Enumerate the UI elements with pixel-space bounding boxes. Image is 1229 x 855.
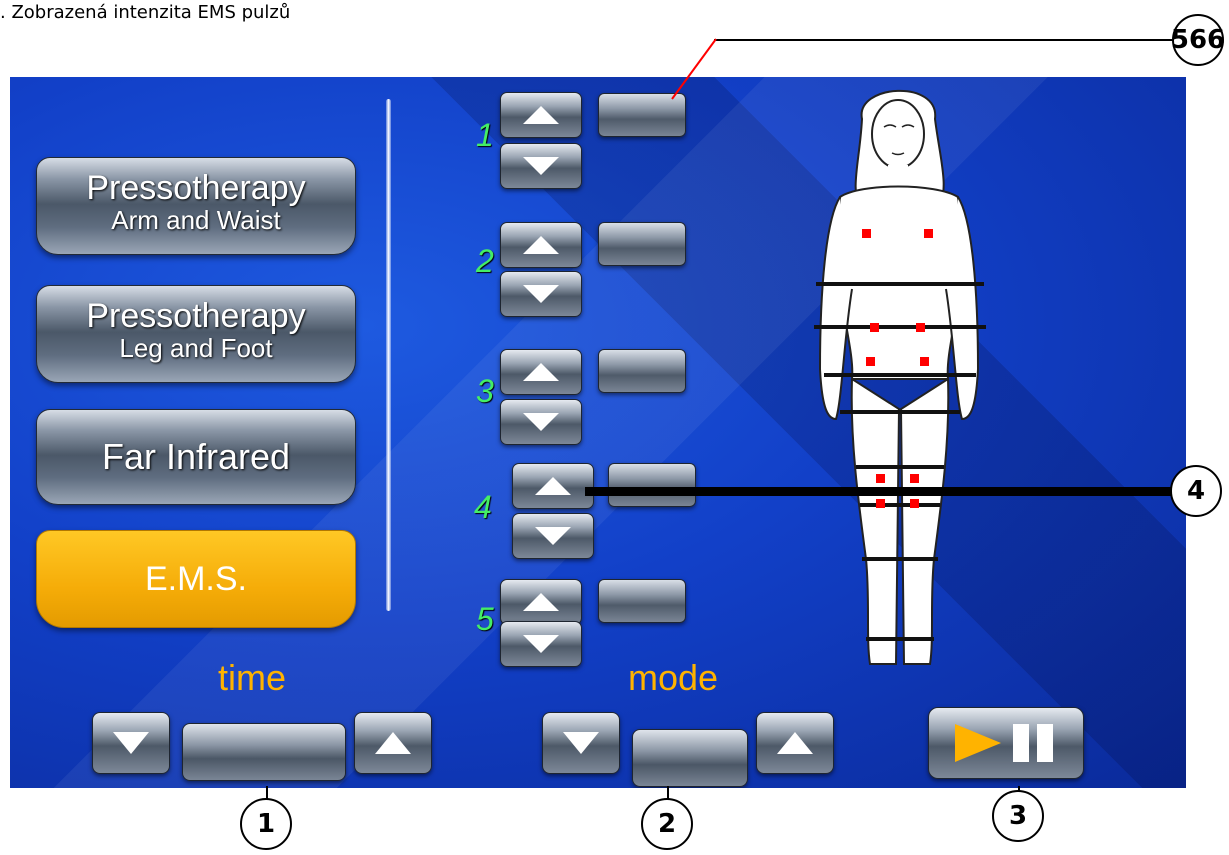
pressotherapy-leg-foot-button[interactable]: Pressotherapy Leg and Foot [36, 285, 356, 383]
channel-3-up-button[interactable] [500, 349, 582, 395]
channel-4-up-button[interactable] [512, 463, 594, 509]
callout-pointer-566 [671, 38, 717, 100]
channel-number-2: 2 [476, 243, 494, 279]
triangle-up-icon [523, 106, 559, 124]
channel-1-up-button[interactable] [500, 92, 582, 138]
channel-5-intensity-display [598, 579, 686, 623]
callout-2: 2 [641, 798, 693, 850]
far-infrared-button[interactable]: Far Infrared [36, 409, 356, 505]
channel-2-up-button[interactable] [500, 222, 582, 268]
pressotherapy-arm-waist-button[interactable]: Pressotherapy Arm and Waist [36, 157, 356, 255]
device-screen: Pressotherapy Arm and Waist Pressotherap… [10, 77, 1186, 788]
mode-display [632, 729, 748, 787]
channel-5-up-button[interactable] [500, 579, 582, 625]
triangle-up-icon [523, 363, 559, 381]
body-figure [814, 89, 986, 665]
triangle-up-icon [375, 732, 411, 754]
callout-line-4 [585, 487, 1175, 496]
channel-1-down-button[interactable] [500, 143, 582, 189]
triangle-up-icon [777, 732, 813, 754]
mode-label: Far Infrared [101, 436, 291, 477]
play-pause-icon [955, 724, 1053, 762]
mode-up-button[interactable] [756, 712, 834, 774]
time-down-button[interactable] [92, 712, 170, 774]
channel-4-intensity-display [608, 463, 696, 507]
callout-3: 3 [992, 790, 1044, 842]
channel-number-1: 1 [476, 117, 494, 153]
triangle-up-icon [535, 477, 571, 495]
figure-caption: . Zobrazená intenzita EMS pulzů [0, 2, 291, 23]
triangle-down-icon [523, 413, 559, 431]
triangle-down-icon [113, 732, 149, 754]
time-display [182, 723, 346, 781]
channel-3-down-button[interactable] [500, 399, 582, 445]
triangle-down-icon [523, 157, 559, 175]
mode-line1: Pressotherapy [86, 297, 306, 335]
channel-number-3: 3 [476, 373, 494, 409]
mode-label: mode [628, 657, 719, 698]
callout-4: 4 [1170, 465, 1222, 517]
mode-line2: Leg and Foot [119, 333, 273, 363]
callout-line-566 [714, 39, 1174, 41]
triangle-up-icon [523, 236, 559, 254]
mode-label: E.M.S. [144, 559, 248, 598]
channel-3-intensity-display [598, 349, 686, 393]
triangle-down-icon [563, 732, 599, 754]
channel-number-4: 4 [474, 489, 492, 525]
play-pause-button[interactable] [928, 707, 1084, 779]
panel-divider [386, 99, 391, 611]
callout-1: 1 [240, 798, 292, 850]
time-up-button[interactable] [354, 712, 432, 774]
triangle-down-icon [535, 527, 571, 545]
channel-2-intensity-display [598, 222, 686, 266]
channel-2-down-button[interactable] [500, 271, 582, 317]
mode-down-button[interactable] [542, 712, 620, 774]
callout-566: 566 [1171, 14, 1225, 66]
mode-line2: Arm and Waist [111, 205, 281, 235]
triangle-down-icon [523, 635, 559, 653]
channel-4-down-button[interactable] [512, 513, 594, 559]
ems-button[interactable]: E.M.S. [36, 530, 356, 628]
triangle-up-icon [523, 593, 559, 611]
channel-5-down-button[interactable] [500, 621, 582, 667]
channel-number-5: 5 [476, 601, 494, 637]
triangle-down-icon [523, 285, 559, 303]
mode-line1: Pressotherapy [86, 169, 306, 207]
time-label: time [218, 657, 287, 698]
